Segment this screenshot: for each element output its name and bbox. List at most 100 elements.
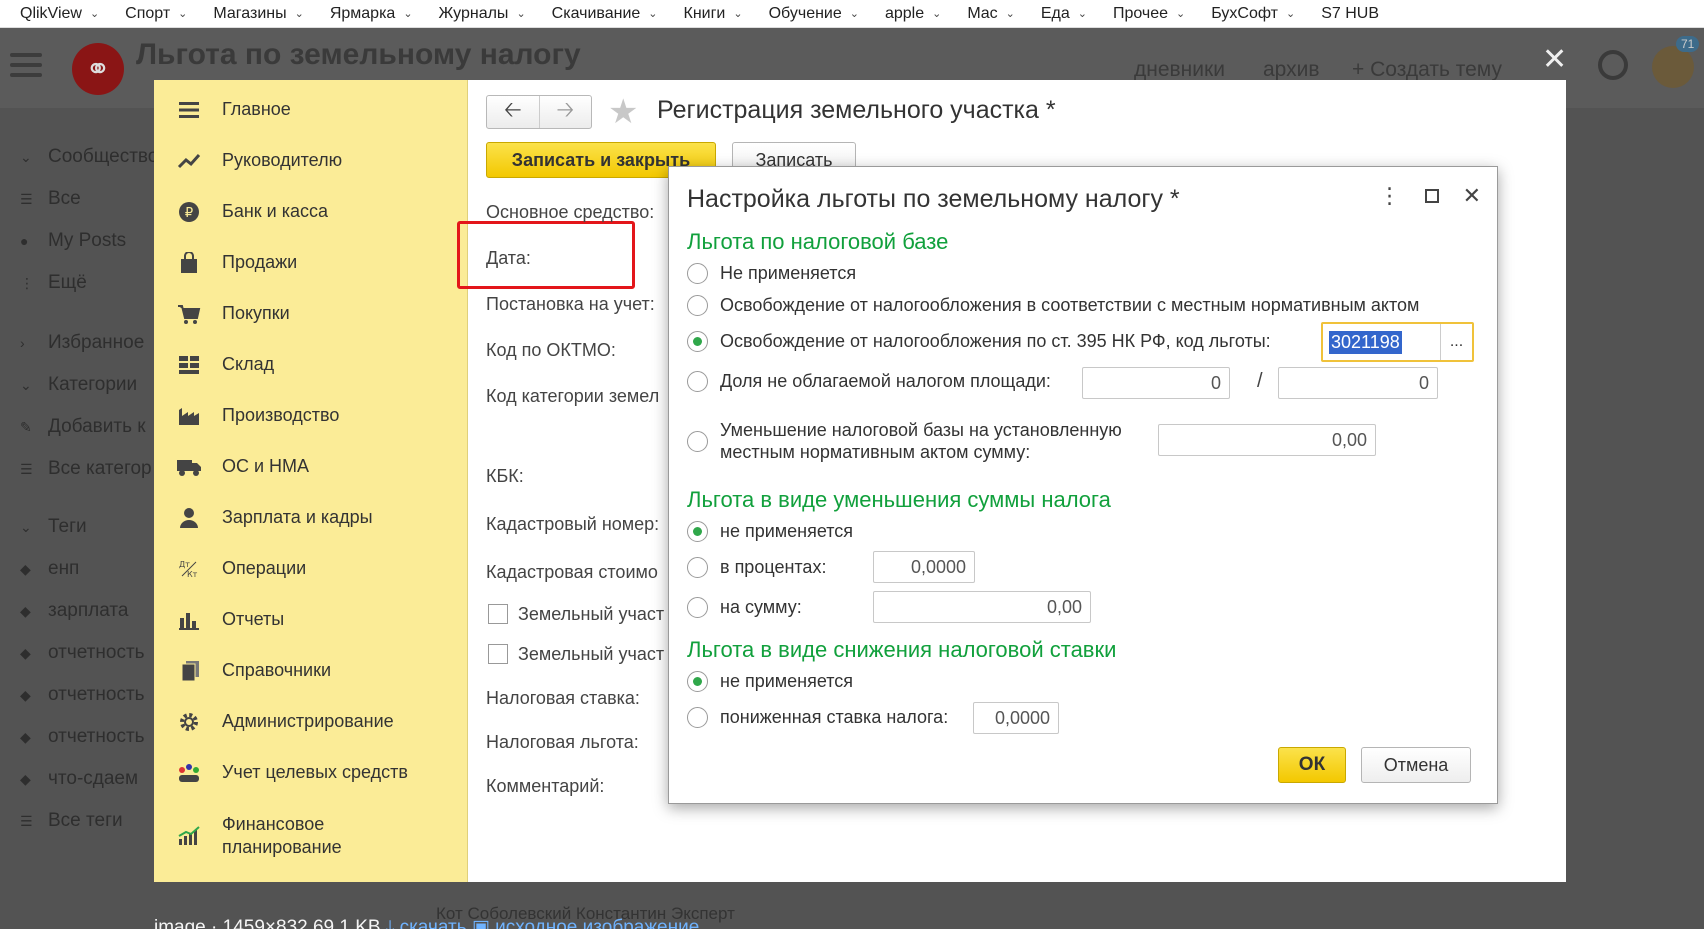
radio-option[interactable]: не применяется	[687, 671, 853, 692]
bookmark-apple[interactable]: apple ⌄	[885, 5, 941, 23]
sidebar-item-production[interactable]: Производство	[176, 404, 339, 427]
radio-button[interactable]	[687, 557, 708, 578]
radio-button-selected[interactable]	[687, 521, 708, 542]
avatar[interactable]	[1652, 46, 1694, 88]
favorite-star-icon[interactable]: ★	[608, 92, 638, 132]
sidebar-item[interactable]: ◆ зарплата	[20, 600, 128, 622]
forum-logo: ⚭	[72, 43, 124, 95]
share-numerator-input[interactable]: 0	[1082, 367, 1230, 399]
radio-button[interactable]	[687, 430, 708, 452]
checkbox[interactable]	[488, 604, 508, 624]
more-vertical-icon: ⋮	[20, 274, 34, 291]
checkbox[interactable]	[488, 644, 508, 664]
select-code-button[interactable]: ...	[1440, 324, 1472, 360]
nav-diaries[interactable]: дневники	[1134, 58, 1225, 82]
sidebar-item-manager[interactable]: Руководителю	[176, 149, 342, 172]
sidebar-item[interactable]: ● My Posts	[20, 230, 126, 252]
sidebar-item[interactable]: ⌄ Сообщество	[20, 146, 158, 168]
sidebar-item[interactable]: ☰ Все категор	[20, 458, 152, 480]
sidebar-item-purchases[interactable]: Покупки	[176, 302, 290, 325]
sidebar-item-reports[interactable]: Отчеты	[176, 608, 284, 631]
radio-option[interactable]: Уменьшение налоговой базы на установленн…	[687, 419, 1122, 463]
maximize-icon[interactable]	[1424, 189, 1439, 203]
sidebar-item[interactable]: ✎ Добавить к	[20, 416, 146, 438]
bookmark-food[interactable]: Еда ⌄	[1041, 5, 1087, 23]
bookmark-buhsoft[interactable]: БухСофт ⌄	[1211, 5, 1295, 23]
benefit-code-field[interactable]: 3021198 ...	[1321, 322, 1474, 362]
bookmark-books[interactable]: Книги ⌄	[684, 5, 743, 23]
radio-option[interactable]: Доля не облагаемой налогом площади:	[687, 371, 1051, 392]
reduced-rate-input[interactable]: 0,0000	[973, 702, 1059, 734]
radio-option[interactable]: на сумму:	[687, 597, 802, 618]
reduce-amount-input[interactable]: 0,00	[1158, 424, 1376, 456]
sidebar-item-main[interactable]: Главное	[176, 98, 291, 121]
cancel-button[interactable]: Отмена	[1361, 747, 1471, 783]
back-arrow-icon[interactable]: 🡠	[487, 96, 539, 128]
search-icon[interactable]	[1598, 50, 1628, 80]
sidebar-item-admin[interactable]: Администрирование	[176, 710, 394, 733]
radio-option[interactable]: Освобождение от налогообложения по ст. 3…	[687, 331, 1271, 352]
chevron-down-icon: ⌄	[932, 8, 942, 20]
radio-option[interactable]: не применяется	[687, 521, 853, 542]
ok-button[interactable]: ОК	[1278, 747, 1346, 783]
original-image-link[interactable]: ▣ исходное изображение	[472, 917, 699, 929]
radio-button[interactable]	[687, 263, 708, 284]
radio-button-selected[interactable]	[687, 331, 708, 352]
sidebar-item[interactable]: › Избранное	[20, 332, 144, 354]
bookmark-shops[interactable]: Магазины ⌄	[213, 5, 303, 23]
sum-input[interactable]: 0,00	[873, 591, 1091, 623]
radio-button[interactable]	[687, 371, 708, 392]
sidebar-item-financial-planning[interactable]: Финансовое планирование	[176, 813, 362, 859]
sidebar-item-operations[interactable]: Дт Кт Операции	[176, 557, 306, 580]
tag-icon: ◆	[20, 644, 31, 661]
sidebar-item-salary[interactable]: Зарплата и кадры	[176, 506, 373, 529]
bookmark-downloads[interactable]: Скачивание ⌄	[552, 5, 658, 23]
sidebar-item[interactable]: ☰ Все	[20, 188, 81, 210]
bookmark-mac[interactable]: Mac ⌄	[967, 5, 1014, 23]
hamburger-menu-icon[interactable]	[10, 53, 42, 79]
sidebar-item-fixed-assets[interactable]: ОС и НМА	[176, 455, 309, 478]
download-link[interactable]: ⤓ скачать	[386, 917, 467, 929]
share-denominator-input[interactable]: 0	[1278, 367, 1438, 399]
bookmark-sport[interactable]: Спорт ⌄	[125, 5, 187, 23]
radio-button[interactable]	[687, 295, 708, 316]
sidebar-item-sales[interactable]: Продажи	[176, 251, 297, 274]
sidebar-item-target-funds[interactable]: Учет целевых средств	[176, 761, 408, 784]
bookmark-magazines[interactable]: Журналы ⌄	[439, 5, 526, 23]
sidebar-item[interactable]: ◆ отчетность	[20, 642, 145, 664]
radio-option[interactable]: пониженная ставка налога:	[687, 707, 948, 728]
radio-option[interactable]: Не применяется	[687, 263, 856, 284]
radio-button-selected[interactable]	[687, 671, 708, 692]
shopping-bag-icon	[176, 251, 202, 274]
bookmark-fair[interactable]: Ярмарка ⌄	[330, 5, 413, 23]
sidebar-item[interactable]: ◆ отчетность	[20, 726, 145, 748]
sidebar-item[interactable]: ⌄ Категории	[20, 374, 137, 396]
download-icon: ⤓	[385, 917, 395, 929]
nav-archive[interactable]: архив	[1263, 58, 1320, 82]
sidebar-item[interactable]: ☰ Все теги	[20, 810, 123, 832]
bookmark-other[interactable]: Прочее ⌄	[1113, 5, 1185, 23]
percent-input[interactable]: 0,0000	[873, 551, 975, 583]
bookmark-learning[interactable]: Обучение ⌄	[769, 5, 859, 23]
radio-option[interactable]: в процентах:	[687, 557, 826, 578]
sidebar-item-references[interactable]: Справочники	[176, 659, 331, 682]
close-icon[interactable]: ✕	[1463, 183, 1481, 209]
sidebar-item[interactable]: ⌄ Теги	[20, 516, 87, 538]
sidebar-item[interactable]: ◆ что-сдаем	[20, 768, 138, 790]
radio-button[interactable]	[687, 597, 708, 618]
field-label: Кадастровая стоимо	[486, 562, 658, 582]
forward-arrow-icon[interactable]: 🡢	[538, 96, 592, 128]
bookmark-s7hub[interactable]: S7 HUB	[1321, 5, 1379, 23]
create-topic-button[interactable]: + Создать тему	[1352, 58, 1502, 82]
bookmark-qlikview[interactable]: QlikView ⌄	[20, 5, 99, 23]
sidebar-item-warehouse[interactable]: Склад	[176, 353, 274, 376]
close-lightbox-icon[interactable]: ✕	[1542, 42, 1567, 77]
sidebar-item[interactable]: ⋮ Ещё	[20, 272, 87, 294]
more-vertical-icon[interactable]: ⋮	[1379, 183, 1401, 209]
sidebar-item-bank[interactable]: ₽ Банк и касса	[176, 200, 328, 223]
radio-option[interactable]: Освобождение от налогообложения в соотве…	[687, 295, 1419, 316]
radio-button[interactable]	[687, 707, 708, 728]
chevron-down-icon: ⌄	[20, 376, 32, 393]
sidebar-item[interactable]: ◆ енп	[20, 558, 79, 580]
sidebar-item[interactable]: ◆ отчетность	[20, 684, 145, 706]
